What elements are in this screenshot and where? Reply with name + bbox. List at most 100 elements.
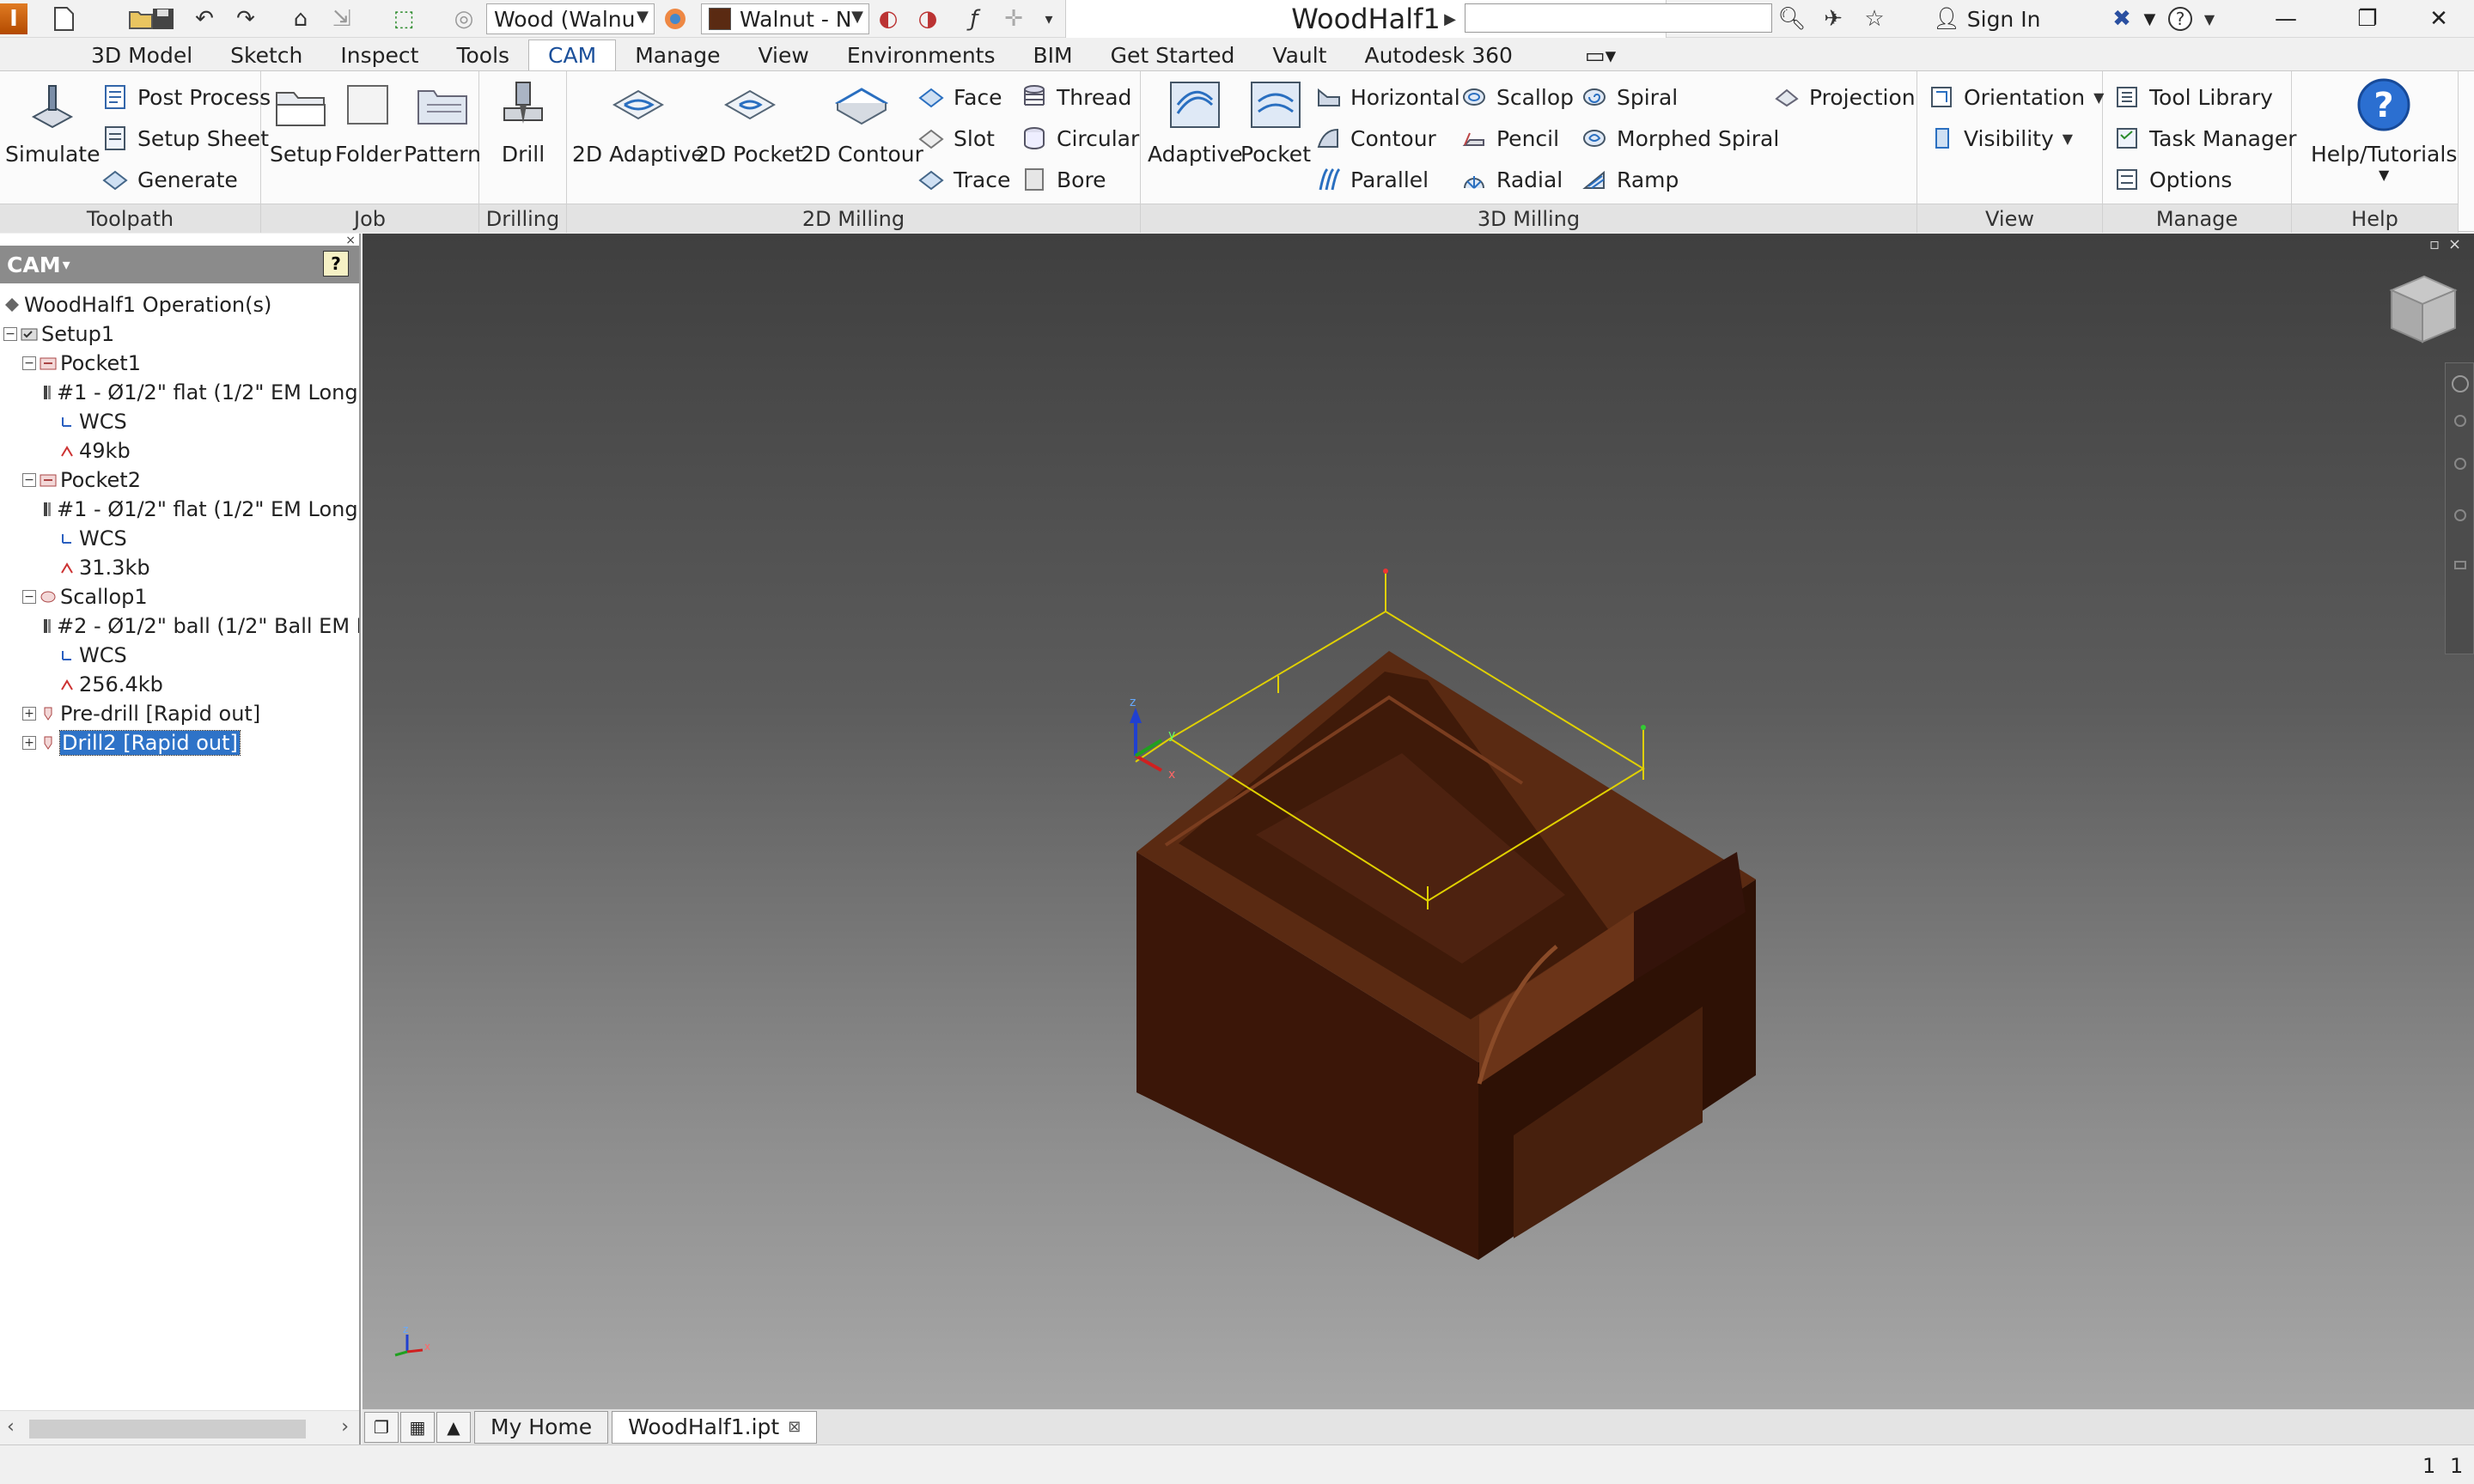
task-manager-button[interactable]: Task Manager xyxy=(2113,121,2296,155)
expand-search-icon[interactable]: ▶ xyxy=(1440,3,1460,34)
post-process-button[interactable]: Post Process xyxy=(101,80,271,114)
visibility-button[interactable]: Visibility ▼ xyxy=(1928,121,2073,155)
help-dropdown-icon[interactable]: ▼ xyxy=(2199,3,2220,34)
app-logo-icon[interactable]: I xyxy=(0,3,27,34)
projection-button[interactable]: Projection xyxy=(1773,80,1916,114)
minimize-button[interactable]: — xyxy=(2251,0,2321,38)
view-cube-icon[interactable] xyxy=(2389,275,2458,344)
drill-button[interactable]: Drill xyxy=(495,76,551,167)
clear-appearance-icon[interactable]: ◐ xyxy=(873,3,904,34)
look-at-icon[interactable] xyxy=(2454,561,2466,569)
document-tab[interactable]: WoodHalf1.ipt ⊠ xyxy=(612,1410,818,1444)
expand-icon[interactable]: + xyxy=(22,707,36,721)
tree-node[interactable]: + Drill2 [Rapid out] xyxy=(0,728,359,757)
tab-view[interactable]: View xyxy=(740,40,828,70)
measure-icon[interactable]: ✛ xyxy=(998,3,1029,34)
graphics-viewport[interactable]: z x y z x ▫ × xyxy=(363,234,2474,1408)
steering-wheel-icon[interactable] xyxy=(2452,375,2469,392)
function-icon[interactable]: ƒ xyxy=(959,3,990,34)
tab-autodesk-360[interactable]: Autodesk 360 xyxy=(1345,40,1531,70)
home-icon[interactable]: ⌂ xyxy=(283,3,318,34)
2d-pocket-button[interactable]: 2D Pocket xyxy=(696,76,803,167)
orientation-button[interactable]: Orientation ▼ xyxy=(1928,80,2104,114)
pocket-button[interactable]: Pocket xyxy=(1240,76,1311,167)
cascade-windows-icon[interactable]: ❐ xyxy=(364,1411,399,1443)
select-icon[interactable]: ⬚ xyxy=(387,3,421,34)
tab-get-started[interactable]: Get Started xyxy=(1092,40,1254,70)
setup-sheet-button[interactable]: Setup Sheet xyxy=(101,121,269,155)
ribbon-options-icon[interactable]: ▭▾ xyxy=(1566,40,1635,70)
tile-windows-icon[interactable]: ▦ xyxy=(400,1411,435,1443)
appearance-combo[interactable]: Walnut - N ▼ xyxy=(701,3,869,34)
expand-icon[interactable]: + xyxy=(22,736,36,750)
tree-node[interactable]: 31.3kb xyxy=(0,553,359,582)
tab-cam[interactable]: CAM xyxy=(528,40,617,70)
browser-horizontal-scrollbar[interactable]: ‹ › xyxy=(0,1410,359,1444)
morphed-spiral-button[interactable]: Morphed Spiral xyxy=(1581,121,1779,155)
2d-contour-button[interactable]: 2D Contour xyxy=(801,76,923,167)
orbit-icon[interactable] xyxy=(2454,509,2466,521)
pencil-button[interactable]: Pencil xyxy=(1460,121,1559,155)
close-button[interactable]: ✕ xyxy=(2404,0,2474,38)
pan-icon[interactable] xyxy=(2454,415,2466,427)
communication-center-icon[interactable]: ✈︎ xyxy=(1818,3,1849,34)
document-tab[interactable]: My Home xyxy=(474,1410,609,1444)
help-icon[interactable]: ? xyxy=(2165,3,2196,34)
viewport-close-icon[interactable]: × xyxy=(2448,235,2461,253)
adaptive-button[interactable]: Adaptive xyxy=(1148,76,1243,167)
customize-qat-icon[interactable]: ▾ xyxy=(1036,3,1062,34)
walnut-part-model[interactable] xyxy=(1136,651,1756,1260)
help-tutorials-button[interactable]: ? Help/Tutorials ▼ xyxy=(2311,76,2457,183)
save-icon[interactable] xyxy=(146,3,180,34)
tree-node[interactable]: + Pre-drill [Rapid out] xyxy=(0,699,359,728)
folder-button[interactable]: Folder xyxy=(335,76,401,167)
thread-button[interactable]: Thread xyxy=(1021,80,1131,114)
collapse-icon[interactable]: − xyxy=(3,327,17,341)
new-file-icon[interactable] xyxy=(46,3,81,34)
trace-button[interactable]: Trace xyxy=(917,162,1010,197)
tree-node[interactable]: WoodHalf1 Operation(s) xyxy=(0,290,359,319)
tree-node[interactable]: − Scallop1 xyxy=(0,582,359,611)
collapse-icon[interactable]: − xyxy=(22,356,36,370)
tab-inspect[interactable]: Inspect xyxy=(321,40,437,70)
horizontal-button[interactable]: Horizontal xyxy=(1314,80,1460,114)
exchange-apps-icon[interactable]: ✖ xyxy=(2106,3,2137,34)
spiral-button[interactable]: Spiral xyxy=(1581,80,1678,114)
tree-node[interactable]: − Pocket1 xyxy=(0,349,359,378)
help-search-input[interactable] xyxy=(1465,3,1772,33)
slot-button[interactable]: Slot xyxy=(917,121,995,155)
tree-node[interactable]: − Pocket2 xyxy=(0,465,359,495)
close-tab-icon[interactable]: ⊠ xyxy=(788,1418,801,1436)
restore-button[interactable]: ❐ xyxy=(2333,0,2402,38)
tree-node[interactable]: #1 - Ø1/2" flat (1/2" EM Long) xyxy=(0,378,359,407)
redo-icon[interactable]: ↷ xyxy=(229,3,263,34)
simulate-button[interactable]: Simulate xyxy=(5,76,100,167)
open-documents-menu-icon[interactable]: ▲ xyxy=(436,1411,471,1443)
circular-button[interactable]: Circular xyxy=(1021,121,1139,155)
tree-node[interactable]: WCS xyxy=(0,641,359,670)
tab-3d-model[interactable]: 3D Model xyxy=(72,40,211,70)
tab-bim[interactable]: BIM xyxy=(1014,40,1091,70)
scroll-left-icon[interactable]: ‹ xyxy=(7,1416,15,1438)
tab-sketch[interactable]: Sketch xyxy=(211,40,321,70)
appearance-color-icon[interactable] xyxy=(660,3,691,34)
collapse-icon[interactable]: − xyxy=(22,473,36,487)
zoom-icon[interactable] xyxy=(2454,458,2466,470)
options-button[interactable]: Options xyxy=(2113,162,2232,197)
viewport-restore-icon[interactable]: ▫ xyxy=(2429,235,2440,253)
collapse-icon[interactable]: − xyxy=(22,590,36,604)
contour-button[interactable]: Contour xyxy=(1314,121,1436,155)
generate-button[interactable]: Generate xyxy=(101,162,238,197)
tree-node[interactable]: 256.4kb xyxy=(0,670,359,699)
bore-button[interactable]: Bore xyxy=(1021,162,1106,197)
material-combo[interactable]: Wood (Walnu ▼ xyxy=(486,3,655,34)
tree-node[interactable]: 49kb xyxy=(0,436,359,465)
setup-button[interactable]: Setup xyxy=(270,76,332,167)
face-button[interactable]: Face xyxy=(917,80,1002,114)
scallop-button[interactable]: Scallop xyxy=(1460,80,1574,114)
tab-vault[interactable]: Vault xyxy=(1253,40,1345,70)
model-canvas[interactable]: z x y z x ▫ × xyxy=(363,234,2474,1408)
2d-adaptive-button[interactable]: 2D Adaptive xyxy=(572,76,704,167)
tree-node[interactable]: #1 - Ø1/2" flat (1/2" EM Long) xyxy=(0,495,359,524)
tab-environments[interactable]: Environments xyxy=(828,40,1015,70)
